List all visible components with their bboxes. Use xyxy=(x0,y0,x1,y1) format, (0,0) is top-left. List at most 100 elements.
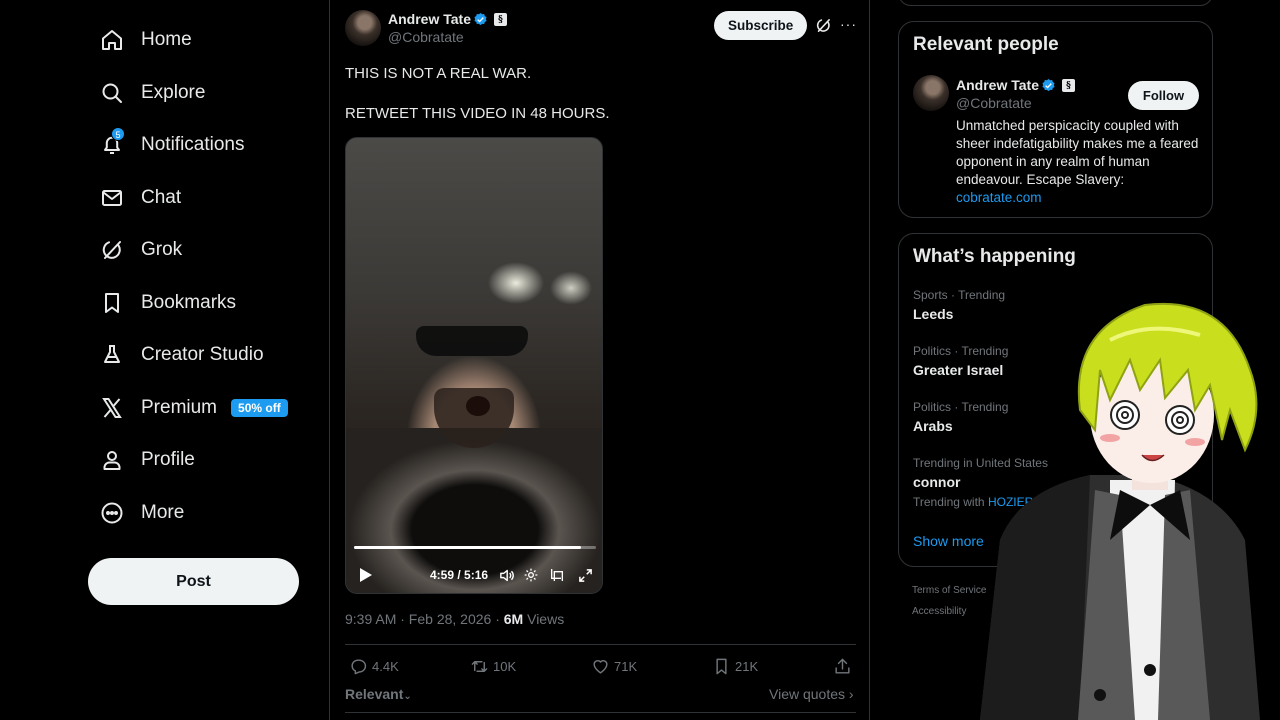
reply-icon xyxy=(351,659,367,675)
picture-in-picture-icon[interactable] xyxy=(548,566,566,584)
video-frame-sunglasses xyxy=(416,326,528,356)
envelope-icon xyxy=(100,186,124,210)
divider xyxy=(345,644,856,645)
vtuber-eye xyxy=(1165,405,1195,435)
settings-gear-icon[interactable] xyxy=(522,566,540,584)
affiliate-badge-icon: § xyxy=(494,13,507,26)
nav-label-creator-studio: Creator Studio xyxy=(141,344,264,366)
video-progress-fill xyxy=(354,546,582,549)
nav-item-profile[interactable]: Profile xyxy=(88,434,318,487)
views-label: Views xyxy=(523,611,565,627)
vtuber-button xyxy=(1144,664,1156,676)
vtuber-jacket-trim xyxy=(980,475,1090,720)
heart-icon xyxy=(593,660,608,674)
nav-item-grok[interactable]: Grok xyxy=(88,224,318,277)
video-time: 4:59 / 5:16 xyxy=(430,568,489,582)
nav-item-creator-studio[interactable]: Creator Studio xyxy=(88,329,318,382)
reply-sort-label: Relevant xyxy=(345,686,404,702)
nav-label-profile: Profile xyxy=(141,449,195,471)
nav-label-home: Home xyxy=(141,29,192,51)
share-icon xyxy=(835,658,850,674)
nav-item-notifications[interactable]: 5 Notifications xyxy=(88,119,318,172)
reply-count: 4.4K xyxy=(372,659,399,674)
tweet-meta: 9:39 AM · Feb 28, 2026 · 6M Views xyxy=(345,611,564,627)
video-frame-mouth xyxy=(466,396,490,416)
reply-button[interactable]: 4.4K xyxy=(349,657,399,676)
subscribe-button[interactable]: Subscribe xyxy=(714,11,808,40)
nav-label-bookmarks: Bookmarks xyxy=(141,291,237,313)
vtuber-eye xyxy=(1110,400,1140,430)
previous-card-edge xyxy=(898,0,1213,6)
premium-discount-badge: 50% off xyxy=(231,398,288,417)
nav-item-explore[interactable]: Explore xyxy=(88,67,318,120)
play-icon[interactable] xyxy=(358,566,374,584)
relevant-person-handle[interactable]: @Cobratate xyxy=(956,95,1032,111)
grok-icon[interactable] xyxy=(815,17,832,34)
whats-happening-title: What’s happening xyxy=(913,246,1076,267)
tweet-timestamp[interactable]: 9:39 AM · Feb 28, 2026 · xyxy=(345,611,504,627)
home-icon xyxy=(100,28,124,52)
grok-icon xyxy=(100,238,124,262)
author-handle[interactable]: @Cobratate xyxy=(388,29,464,45)
bookmark-icon xyxy=(100,291,124,315)
nav-item-bookmarks[interactable]: Bookmarks xyxy=(88,277,318,330)
fullscreen-icon[interactable] xyxy=(576,566,594,584)
vtuber-blush xyxy=(1185,438,1205,446)
nav-label-grok: Grok xyxy=(141,239,183,261)
tweet-text: THIS IS NOT A REAL WAR. RETWEET THIS VID… xyxy=(345,65,610,122)
share-button[interactable] xyxy=(833,657,856,676)
nav-item-chat[interactable]: Chat xyxy=(88,172,318,225)
like-button[interactable]: 71K xyxy=(591,657,637,676)
bookmark-button[interactable]: 21K xyxy=(712,657,758,676)
relevant-people-title: Relevant people xyxy=(913,34,1059,55)
post-button[interactable]: Post xyxy=(88,558,299,605)
nav-item-home[interactable]: Home xyxy=(88,14,318,67)
x-logo-icon xyxy=(100,396,124,420)
repost-icon xyxy=(471,661,488,672)
view-quotes-link[interactable]: View quotes › xyxy=(769,686,854,702)
author-avatar[interactable] xyxy=(345,10,381,46)
verified-badge-icon xyxy=(1042,78,1055,92)
chevron-down-icon: ⌄ xyxy=(403,691,412,702)
repost-count: 10K xyxy=(493,659,517,674)
follow-button[interactable]: Follow xyxy=(1128,81,1199,110)
nav-label-premium: Premium xyxy=(141,396,218,418)
relevant-people-card: Relevant people Andrew Tate § @Cobratate… xyxy=(898,21,1213,218)
more-options-icon[interactable]: ··· xyxy=(840,17,856,33)
bookmark-icon xyxy=(716,658,727,675)
tweet-detail: Andrew Tate § @Cobratate Subscribe ··· T… xyxy=(329,0,870,720)
accessibility-link[interactable]: Accessibility xyxy=(912,606,966,617)
bell-icon: 5 xyxy=(100,127,125,157)
relevant-person-bio: Unmatched perspicacity coupled with shee… xyxy=(956,117,1201,207)
vtuber-avatar-overlay xyxy=(980,302,1260,720)
affiliate-badge-icon: § xyxy=(1062,79,1075,92)
flask-icon xyxy=(100,343,124,367)
vtuber-button xyxy=(1094,689,1106,701)
like-count: 71K xyxy=(614,659,638,674)
bio-text: Unmatched perspicacity coupled with shee… xyxy=(956,118,1199,187)
bio-link[interactable]: cobratate.com xyxy=(956,190,1042,205)
chevron-right-icon: › xyxy=(848,686,854,702)
nav-label-explore: Explore xyxy=(141,81,206,103)
nav-label-more: More xyxy=(141,501,185,523)
bookmark-count: 21K xyxy=(735,659,759,674)
nav-item-more[interactable]: More xyxy=(88,487,318,540)
vtuber-blush xyxy=(1100,434,1120,442)
nav-label-notifications: Notifications xyxy=(141,134,245,156)
more-circle-icon xyxy=(100,501,124,525)
reply-sort-dropdown[interactable]: Relevant⌄ xyxy=(345,686,412,702)
repost-button[interactable]: 10K xyxy=(470,657,516,676)
volume-icon[interactable] xyxy=(497,566,515,584)
relevant-person-name[interactable]: Andrew Tate xyxy=(956,77,1039,93)
video-progress-bar[interactable] xyxy=(354,546,596,549)
verified-badge-icon xyxy=(474,12,487,26)
relevant-person-avatar[interactable] xyxy=(913,75,949,111)
nav-item-premium[interactable]: Premium 50% off xyxy=(88,382,318,435)
view-quotes-label: View quotes xyxy=(769,686,846,702)
search-icon xyxy=(100,81,124,105)
nav-label-chat: Chat xyxy=(141,186,182,208)
author-name[interactable]: Andrew Tate xyxy=(388,11,471,27)
primary-nav: Home Explore 5 Notifications Chat Grok B… xyxy=(88,14,318,539)
divider xyxy=(345,712,856,713)
tweet-video[interactable]: 4:59 / 5:16 xyxy=(345,137,603,594)
